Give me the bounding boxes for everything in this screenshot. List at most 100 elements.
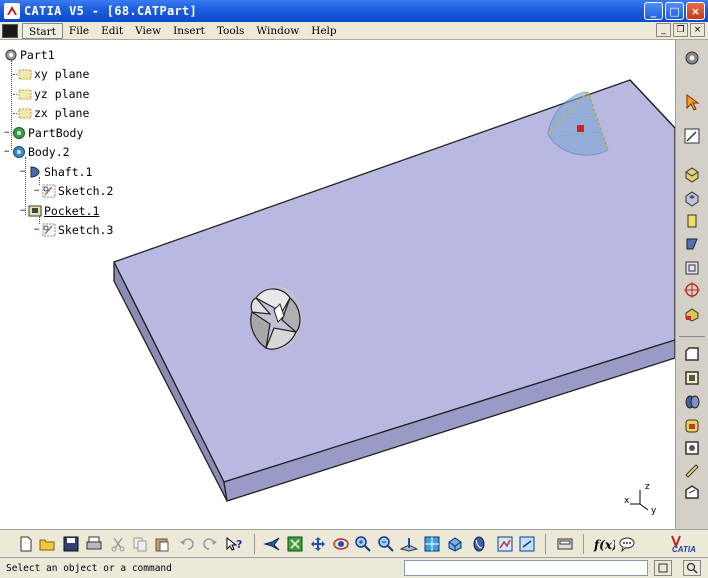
pad-icon[interactable] [682, 164, 702, 184]
select-arrow-icon[interactable] [682, 92, 702, 112]
thickness-icon[interactable] [682, 438, 702, 458]
tree-node-zx-plane[interactable]: zx plane [13, 104, 89, 122]
axis-z-label: z [645, 482, 650, 492]
fillet-icon[interactable] [682, 344, 702, 364]
minimize-button[interactable]: _ [644, 2, 663, 20]
maximize-button[interactable]: □ [665, 2, 684, 20]
menu-window[interactable]: Window [250, 23, 305, 39]
copy-icon[interactable] [130, 534, 150, 554]
comment-icon[interactable] [617, 534, 637, 554]
fly-mode-icon[interactable] [262, 534, 282, 554]
axis-y-label: y [651, 506, 657, 516]
open-icon[interactable] [38, 534, 58, 554]
pan-icon[interactable] [308, 534, 328, 554]
formula-icon[interactable]: f(x) [592, 534, 616, 554]
point-icon[interactable] [682, 304, 702, 324]
body-icon [12, 126, 26, 140]
zoom-in-icon[interactable] [353, 534, 373, 554]
expand-icon[interactable]: − [20, 167, 28, 177]
cut-icon[interactable] [108, 534, 128, 554]
model-canvas [113, 79, 675, 511]
rib-icon[interactable] [682, 482, 702, 502]
document-icon[interactable] [2, 23, 18, 38]
axis-compass [630, 490, 649, 511]
cutter-tool[interactable] [250, 286, 302, 350]
tree-node-shaft1[interactable]: − Shaft.1 [20, 163, 92, 181]
menu-insert[interactable]: Insert [167, 23, 211, 39]
catia-brand: CATIA [666, 532, 704, 556]
tree-node-sketch3[interactable]: − Sketch.3 [34, 221, 113, 239]
axis-x-label: x [624, 496, 630, 506]
swap-space-icon[interactable] [517, 534, 537, 554]
fit-all-icon[interactable] [285, 534, 305, 554]
draft-icon[interactable] [682, 392, 702, 412]
svg-text:f(x): f(x) [593, 538, 615, 552]
shaft-icon[interactable] [682, 211, 702, 231]
menu-file[interactable]: File [63, 23, 95, 39]
doc-close-button[interactable]: × [690, 23, 705, 37]
pocket-icon[interactable] [682, 188, 702, 208]
thread-icon[interactable] [682, 460, 702, 480]
tree-node-body2[interactable]: − Body.2 [4, 143, 70, 161]
plane-icon [18, 87, 32, 101]
hole-icon[interactable] [682, 258, 702, 278]
tree-node-yz-plane[interactable]: yz plane [13, 85, 89, 103]
menu-tools[interactable]: Tools [211, 23, 251, 39]
save-icon[interactable] [61, 534, 81, 554]
command-search-button[interactable] [683, 560, 701, 576]
plane-icon [18, 67, 32, 81]
paste-icon[interactable] [152, 534, 172, 554]
plane-icon [18, 106, 32, 120]
sketch-icon[interactable] [682, 126, 702, 146]
command-input[interactable] [404, 560, 648, 576]
tree-node-sketch2[interactable]: − Sketch.2 [34, 182, 113, 200]
tree-node-pocket1[interactable]: − Pocket.1 [20, 202, 99, 220]
menu-help[interactable]: Help [305, 23, 342, 39]
menu-view[interactable]: View [129, 23, 167, 39]
shell-icon[interactable] [682, 416, 702, 436]
expand-icon[interactable]: − [34, 225, 42, 235]
expand-icon[interactable]: − [4, 128, 12, 138]
command-options-button[interactable] [654, 560, 672, 576]
chamfer-icon[interactable] [682, 368, 702, 388]
3d-viewport[interactable]: x z y Part1 xy plane yz plane zx plane −… [0, 40, 675, 529]
sketcher-icon[interactable] [682, 48, 702, 68]
doc-restore-button[interactable]: ❐ [673, 23, 688, 37]
sketch-icon [42, 223, 56, 237]
redo-icon[interactable] [200, 534, 220, 554]
status-bar: Select an object or a command [0, 557, 708, 578]
expand-icon[interactable]: − [34, 186, 42, 196]
view-mode-icon[interactable] [470, 534, 490, 554]
normal-view-icon[interactable] [399, 534, 419, 554]
menu-start[interactable]: Start [22, 22, 63, 39]
doc-minimize-button[interactable]: _ [656, 23, 671, 37]
groove-icon[interactable] [682, 234, 702, 254]
print-icon[interactable] [84, 534, 104, 554]
tree-node-xy-plane[interactable]: xy plane [13, 65, 89, 83]
bottom-toolbar: ? f(x) CATIA [0, 529, 708, 557]
axis-point-marker[interactable] [577, 125, 584, 132]
expand-icon[interactable]: − [20, 206, 28, 216]
catalog-icon[interactable] [555, 534, 575, 554]
expand-icon[interactable]: − [4, 147, 12, 157]
iso-view-icon[interactable] [445, 534, 465, 554]
body-icon [12, 145, 26, 159]
plane-icon[interactable] [682, 280, 702, 300]
new-icon[interactable] [16, 534, 36, 554]
tree-node-partbody[interactable]: − PartBody [4, 124, 83, 142]
hide-show-icon[interactable] [495, 534, 515, 554]
menu-bar: Start File Edit View Insert Tools Window… [0, 22, 708, 40]
title-bar: CATIA V5 - [68.CATPart] _ □ × [0, 0, 708, 22]
status-message: Select an object or a command [6, 562, 172, 574]
rotate-icon[interactable] [331, 534, 351, 554]
sketch-icon [42, 184, 56, 198]
multi-view-icon[interactable] [422, 534, 442, 554]
window-title: CATIA V5 - [68.CATPart] [24, 4, 198, 18]
zoom-out-icon[interactable] [376, 534, 396, 554]
undo-icon[interactable] [177, 534, 197, 554]
whats-this-icon[interactable]: ? [224, 534, 244, 554]
menu-edit[interactable]: Edit [95, 23, 129, 39]
catia-app-icon[interactable] [4, 3, 20, 19]
right-toolbar [675, 40, 708, 529]
close-button[interactable]: × [686, 2, 705, 20]
